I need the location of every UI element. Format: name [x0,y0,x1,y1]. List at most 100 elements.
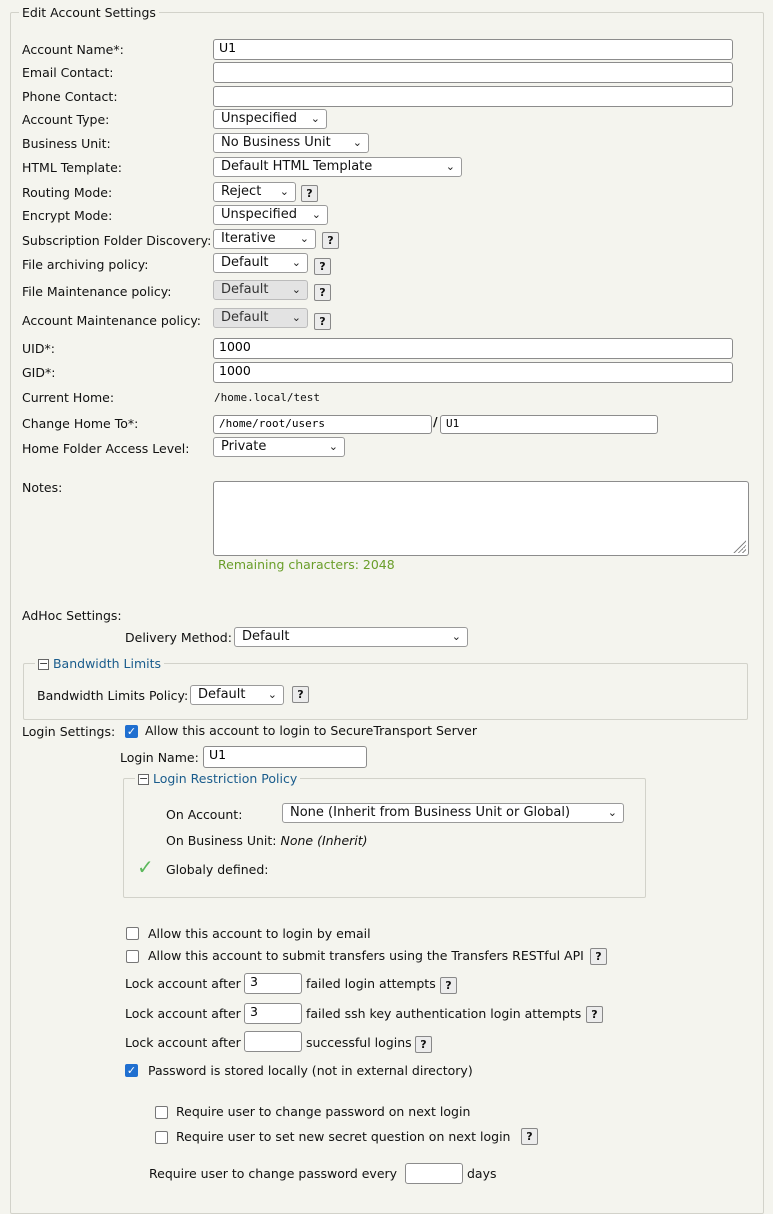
file-maintenance-select[interactable]: Default ⌄ [213,280,308,300]
lock-failed-input[interactable]: 3 [244,973,302,994]
delivery-method-select[interactable]: Default ⌄ [234,627,468,647]
bandwidth-policy-select[interactable]: Default ⌄ [190,685,284,705]
current-home-value: /home.local/test [214,391,320,404]
home-access-value: Private [221,439,267,454]
collapse-icon[interactable]: − [138,773,149,785]
chevron-down-icon: ⌄ [328,440,338,453]
account-maintenance-select[interactable]: Default ⌄ [213,308,308,328]
allow-server-login-checkbox[interactable]: ✓ [125,725,138,738]
html-template-select[interactable]: Default HTML Template ⌄ [213,157,462,177]
home-access-select[interactable]: Private ⌄ [213,437,345,457]
routing-mode-help-icon[interactable]: ? [301,185,318,202]
chevron-down-icon: ⌄ [291,283,301,296]
collapse-icon[interactable]: − [38,658,49,670]
account-name-input[interactable]: U1 [213,39,733,60]
routing-mode-select[interactable]: Reject ⌄ [213,182,296,202]
remaining-characters: Remaining characters: 2048 [218,557,395,572]
lock-success-input[interactable] [244,1031,302,1052]
login-restriction-legend-label[interactable]: Login Restriction Policy [153,771,297,786]
subscription-discovery-value: Iterative [221,231,276,246]
phone-input[interactable] [213,86,733,107]
encrypt-mode-label: Encrypt Mode: [22,208,113,223]
rest-api-help-icon[interactable]: ? [590,948,607,965]
file-maintenance-help-icon[interactable]: ? [314,284,331,301]
change-home-separator: / [433,414,438,429]
login-settings-label: Login Settings: [22,724,116,739]
allow-email-login-checkbox[interactable] [126,927,139,940]
file-maintenance-label: File Maintenance policy: [22,284,172,299]
encrypt-mode-select[interactable]: Unspecified ⌄ [213,205,328,225]
on-business-unit-label: On Business Unit: None (Inherit) [166,833,368,848]
lock-ssh-help-icon[interactable]: ? [586,1006,603,1023]
section-title: Edit Account Settings [19,5,159,20]
uid-input[interactable]: 1000 [213,338,733,359]
password-local-checkbox[interactable]: ✓ [125,1064,138,1077]
require-change-checkbox[interactable] [155,1106,168,1119]
change-every-input[interactable] [405,1163,463,1184]
current-home-label: Current Home: [22,390,115,405]
chevron-down-icon: ⌄ [445,160,455,173]
account-type-select[interactable]: Unspecified ⌄ [213,109,327,129]
globally-defined-label: Globaly defined: [166,862,269,877]
require-secret-label: Require user to set new secret question … [176,1129,511,1144]
notes-textarea[interactable] [213,481,749,556]
login-name-label: Login Name: [120,750,199,765]
resize-grip-icon[interactable] [732,539,746,553]
subscription-discovery-select[interactable]: Iterative ⌄ [213,229,316,249]
home-access-label: Home Folder Access Level: [22,441,190,456]
change-home-label: Change Home To*: [22,416,139,431]
change-every-suffix: days [467,1166,497,1181]
change-home-folder-input[interactable]: U1 [440,415,658,434]
chevron-down-icon: ⌄ [299,232,309,245]
delivery-method-label: Delivery Method: [125,630,232,645]
email-label: Email Contact: [22,65,114,80]
lock-failed-prefix: Lock account after [125,976,241,991]
file-archiving-label: File archiving policy: [22,257,149,272]
lock-failed-help-icon[interactable]: ? [440,977,457,994]
chevron-down-icon: ⌄ [607,806,617,819]
business-unit-label: Business Unit: [22,136,111,151]
file-archiving-help-icon[interactable]: ? [314,258,331,275]
file-maintenance-value: Default [221,282,269,297]
require-secret-help-icon[interactable]: ? [521,1128,538,1145]
subscription-discovery-label: Subscription Folder Discovery: [22,233,212,248]
chevron-down-icon: ⌄ [291,256,301,269]
change-every-prefix: Require user to change password every [149,1166,398,1181]
business-unit-select[interactable]: No Business Unit ⌄ [213,133,369,153]
bandwidth-help-icon[interactable]: ? [292,686,309,703]
on-account-value: None (Inherit from Business Unit or Glob… [290,805,571,820]
chevron-down-icon: ⌄ [267,688,277,701]
bandwidth-legend-label[interactable]: Bandwidth Limits [53,656,161,671]
login-name-input[interactable]: U1 [203,746,367,768]
account-type-value: Unspecified [221,111,297,126]
lock-ssh-prefix: Lock account after [125,1006,241,1021]
edit-account-fieldset [10,12,764,1214]
chevron-down-icon: ⌄ [279,185,289,198]
business-unit-value: No Business Unit [221,135,331,150]
on-account-select[interactable]: None (Inherit from Business Unit or Glob… [282,803,624,823]
subscription-discovery-help-icon[interactable]: ? [322,232,339,249]
account-maintenance-label: Account Maintenance policy: [22,313,202,328]
lock-ssh-suffix: failed ssh key authentication login atte… [306,1006,582,1021]
on-account-label: On Account: [166,807,243,822]
gid-input[interactable]: 1000 [213,362,733,383]
routing-mode-label: Routing Mode: [22,185,113,200]
account-maintenance-help-icon[interactable]: ? [314,313,331,330]
login-restriction-legend: − Login Restriction Policy [135,771,301,786]
require-secret-checkbox[interactable] [155,1131,168,1144]
email-input[interactable] [213,62,733,83]
chevron-down-icon: ⌄ [310,112,320,125]
html-template-label: HTML Template: [22,160,123,175]
bandwidth-policy-label: Bandwidth Limits Policy: [37,688,189,703]
file-archiving-select[interactable]: Default ⌄ [213,253,308,273]
account-maintenance-value: Default [221,310,269,325]
delivery-method-value: Default [242,629,290,644]
change-home-base-input[interactable]: /home/root/users [213,415,432,434]
lock-ssh-input[interactable]: 3 [244,1003,302,1024]
lock-success-help-icon[interactable]: ? [415,1036,432,1053]
chevron-down-icon: ⌄ [352,136,362,149]
account-type-label: Account Type: [22,112,110,127]
allow-rest-api-checkbox[interactable] [126,950,139,963]
bandwidth-legend: − Bandwidth Limits [35,656,165,671]
account-name-label: Account Name*: [22,42,124,57]
